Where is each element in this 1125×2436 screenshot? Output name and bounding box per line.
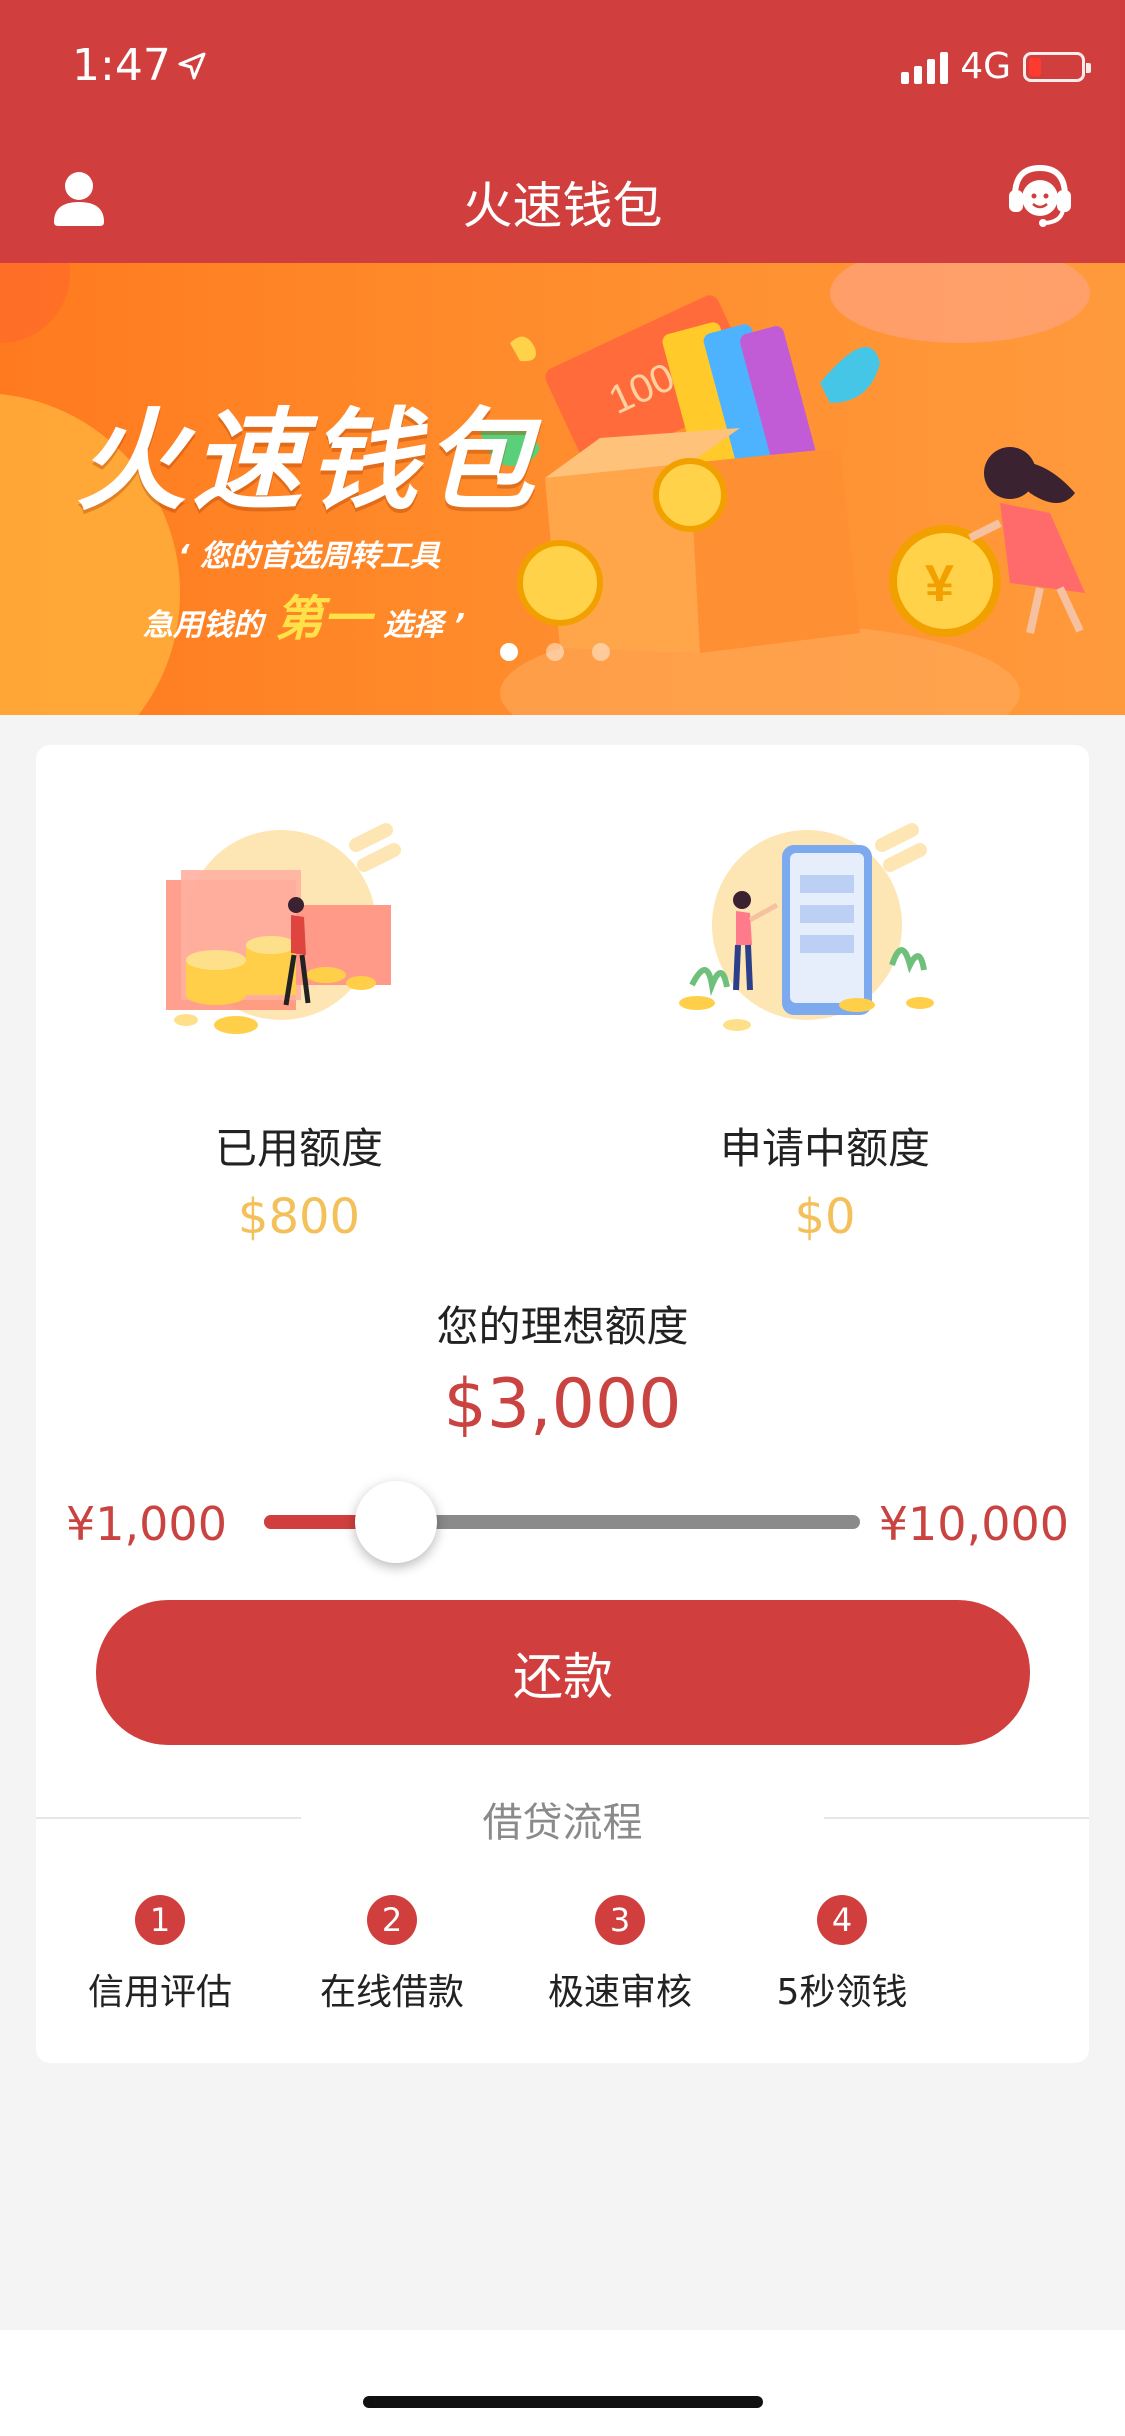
banner-slogan-highlight: 第一	[275, 591, 372, 647]
signal-icon	[901, 50, 949, 84]
ideal-quota-value: $3,000	[443, 1365, 682, 1444]
amount-slider-track[interactable]	[264, 1515, 860, 1529]
step-number-badge: 3	[595, 1895, 645, 1945]
page-title: 火速钱包	[462, 177, 663, 235]
applying-quota-label: 申请中额度	[719, 1124, 930, 1173]
banner-slogan-prefix: 急用钱的	[143, 608, 263, 643]
process-step: 4 5秒领钱	[752, 1895, 932, 2015]
step-label: 信用评估	[87, 1972, 232, 2013]
used-quota-label: 已用额度	[214, 1124, 383, 1173]
loan-card: 已用额度 $800 申请中额度 $0 您的理想额度 $3,000 ¥1,000	[36, 745, 1089, 2063]
coin-symbol: ¥	[925, 555, 954, 613]
slider-max-label: ¥10,000	[878, 1497, 1069, 1551]
banner-slogan-suffix: 选择 ’	[383, 608, 465, 643]
carousel-dot[interactable]	[500, 643, 518, 661]
status-time: 1:47	[72, 40, 171, 91]
process-step: 3 极速审核	[530, 1895, 710, 2015]
slider-min-label: ¥1,000	[66, 1497, 227, 1551]
step-label: 极速审核	[547, 1972, 692, 2013]
customer-service-icon[interactable]	[1005, 160, 1075, 230]
used-quota-value: $800	[237, 1189, 361, 1245]
carousel-dots	[500, 643, 610, 661]
repay-button[interactable]: 还款	[96, 1600, 1030, 1745]
step-number-badge: 1	[135, 1895, 185, 1945]
banner-slogan-line1: ‘ 您的首选周转工具	[178, 539, 440, 574]
location-arrow-icon	[178, 52, 206, 80]
phone-illustration	[679, 823, 934, 1031]
step-label: 5秒领钱	[776, 1972, 908, 2013]
bottom-safe-area	[0, 2330, 1125, 2436]
step-number-badge: 2	[367, 1895, 417, 1945]
amount-slider-thumb[interactable]	[355, 1481, 438, 1563]
process-title: 借贷流程	[482, 1800, 643, 1846]
coins-illustration	[166, 823, 401, 1034]
battery-icon	[1023, 51, 1091, 82]
process-step: 2 在线借款	[302, 1895, 482, 2015]
banner-title: 火速钱包	[76, 397, 540, 525]
applying-quota-value: $0	[794, 1189, 856, 1245]
status-indicators: 4G	[901, 46, 1091, 87]
network-type: 4G	[960, 46, 1011, 87]
banner-slogan-line2: 急用钱的 第一 选择 ’	[143, 579, 465, 649]
ideal-quota-label: 您的理想额度	[436, 1302, 689, 1351]
home-indicator[interactable]	[363, 2396, 763, 2408]
process-step: 1 信用评估	[70, 1895, 250, 2015]
promo-banner[interactable]: 100 ¥ 火速钱包 ‘ 您的首选周转工具 急用钱的 第一 选择 ’	[0, 263, 1125, 715]
app-header: 1:47 4G 火速钱包	[0, 0, 1125, 263]
carousel-dot[interactable]	[546, 643, 564, 661]
carousel-dot[interactable]	[592, 643, 610, 661]
step-number-badge: 4	[817, 1895, 867, 1945]
step-label: 在线借款	[319, 1972, 464, 2013]
